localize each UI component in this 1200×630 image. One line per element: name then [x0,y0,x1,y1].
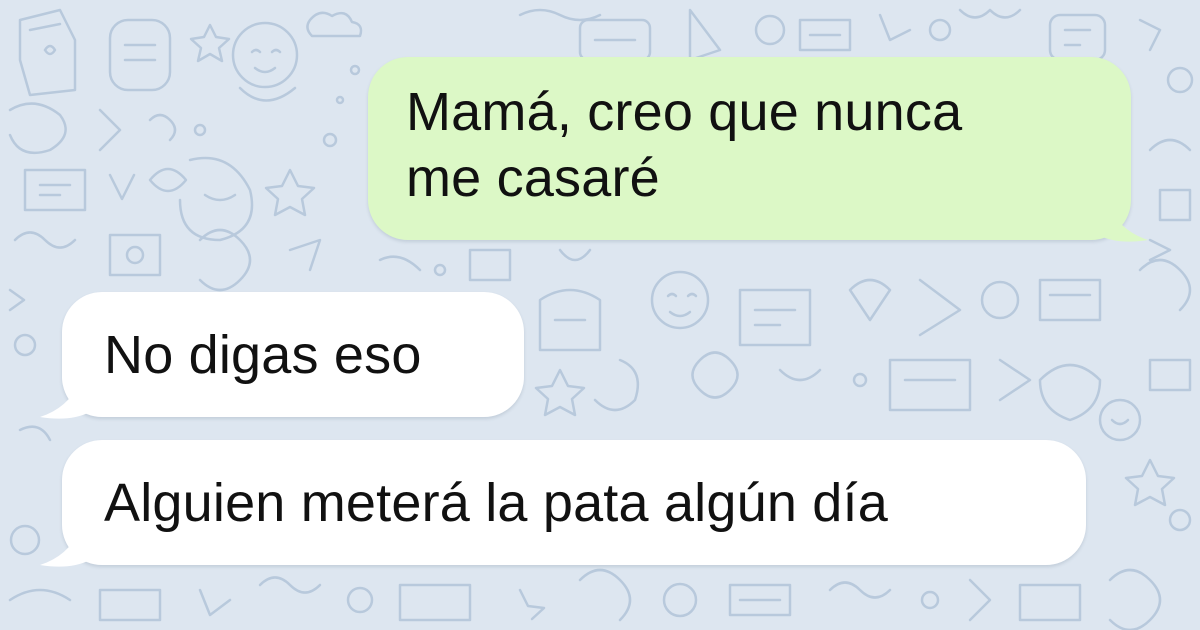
chat-background: Mamá, creo que nunca me casaré No digas … [0,0,1200,630]
message-text: No digas eso [104,325,422,385]
incoming-bubble-tail [40,530,90,567]
incoming-bubble-tail [40,382,90,419]
message-text: Mamá, creo que nunca me casaré [406,82,963,208]
outgoing-bubble-tail [1098,205,1148,242]
outgoing-message-bubble[interactable]: Mamá, creo que nunca me casaré [368,57,1131,240]
message-text: Alguien meterá la pata algún día [104,473,888,533]
incoming-message-bubble[interactable]: Alguien meterá la pata algún día [62,440,1086,565]
incoming-message-bubble[interactable]: No digas eso [62,292,524,417]
